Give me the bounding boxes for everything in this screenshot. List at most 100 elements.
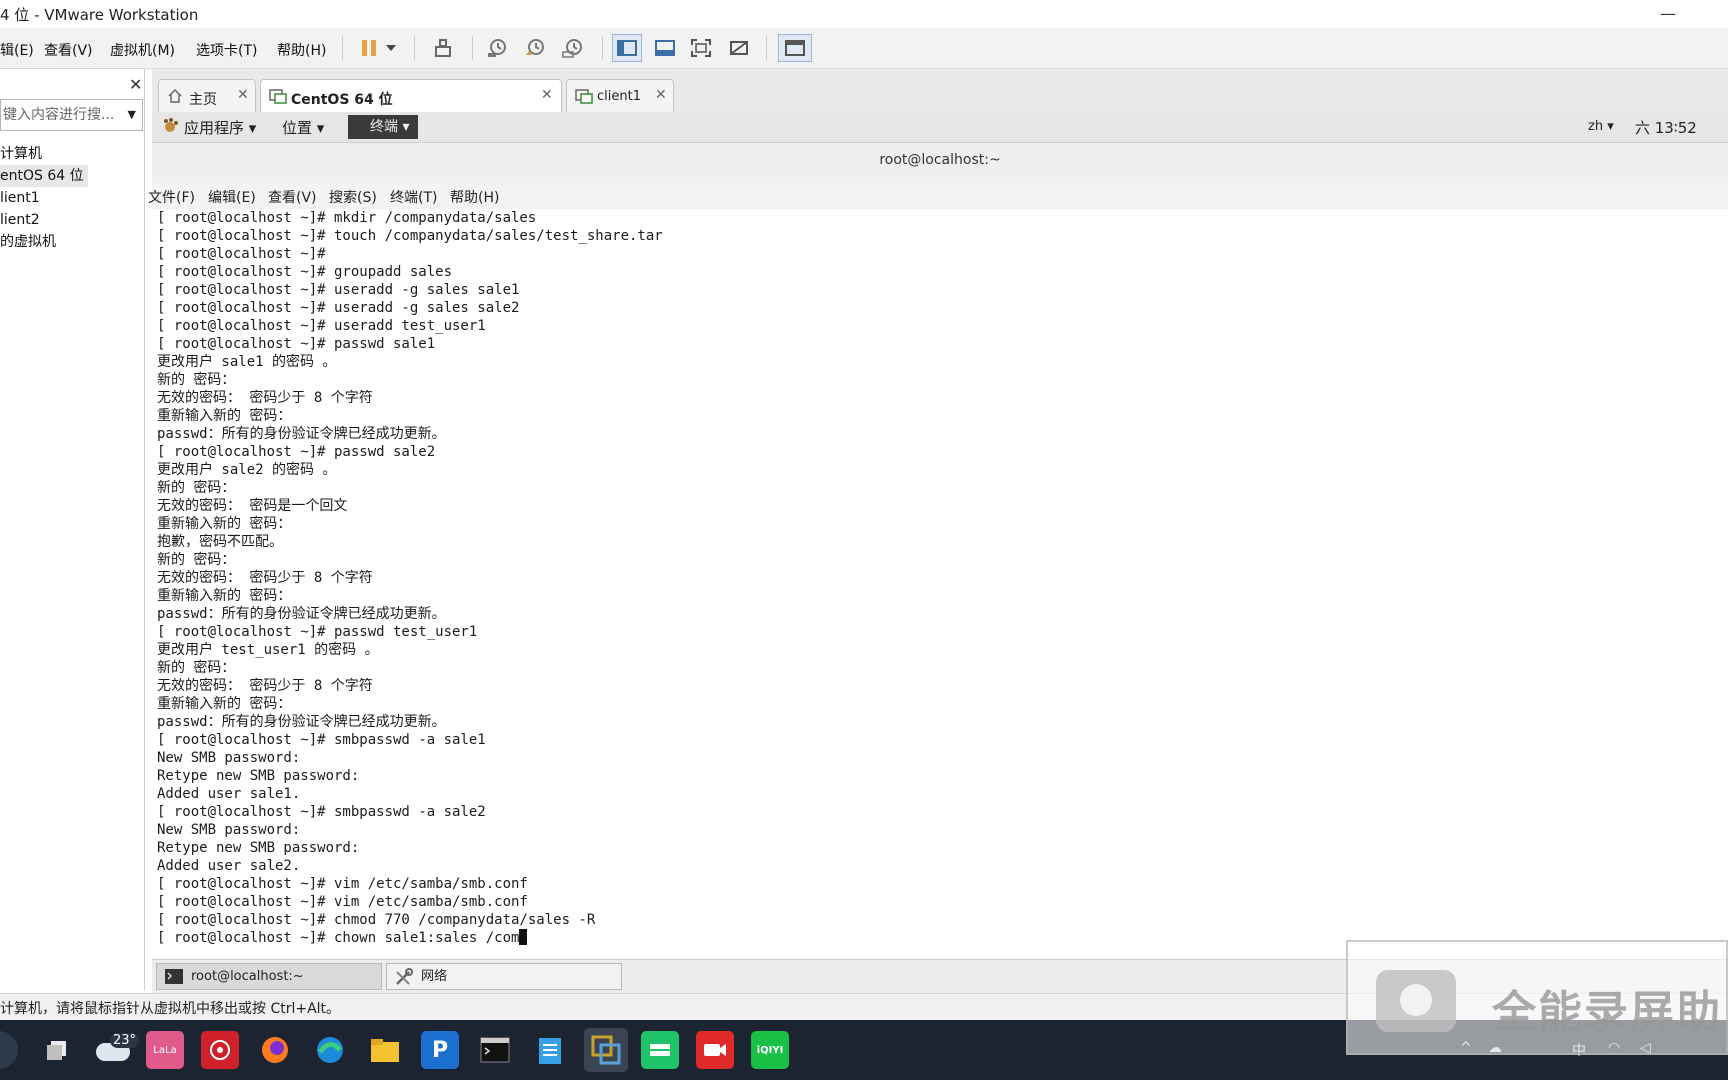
terminal-line: 无效的密码： 密码是一个回文 xyxy=(157,498,348,514)
terminal-line: 抱歉，密码不匹配。 xyxy=(157,534,283,550)
tree-item-centos[interactable]: entOS 64 位 xyxy=(0,165,88,187)
terminal-line: [ root@localhost ~]# vim /etc/samba/smb.… xyxy=(157,876,528,892)
snapshot-icon[interactable] xyxy=(482,34,512,62)
huawei-app-icon[interactable] xyxy=(201,1031,239,1069)
notepad-icon[interactable] xyxy=(531,1031,569,1069)
terminal-line: [ root@localhost ~]# useradd -g sales sa… xyxy=(157,300,520,316)
terminal-menu-file[interactable]: 文件(F) xyxy=(148,187,195,207)
terminal-line: passwd：所有的身份验证令牌已经成功更新。 xyxy=(157,606,446,622)
terminal-output[interactable]: [ root@localhost ~]# mkdir /companydata/… xyxy=(152,209,1728,959)
close-tab-icon[interactable]: ✕ xyxy=(237,87,249,103)
console-view-icon[interactable] xyxy=(778,34,812,62)
applications-menu[interactable]: 应用程序 ▾ xyxy=(184,117,256,138)
clock[interactable]: 六 13∶52 xyxy=(1635,117,1697,138)
menu-help[interactable]: 帮助(H) xyxy=(277,40,326,60)
tab-client1[interactable]: client1 ✕ xyxy=(566,79,674,113)
terminal-line: passwd：所有的身份验证令牌已经成功更新。 xyxy=(157,714,446,730)
terminal-cursor xyxy=(519,929,528,945)
guest-top-panel: 应用程序 ▾ 位置 ▾ 终端 ▾ zh ▾ 六 13∶52 xyxy=(152,112,1728,143)
terminal-menu-bar: 文件(F) 编辑(E) 查看(V) 搜索(S) 终端(T) 帮助(H) xyxy=(148,183,1728,210)
p-app-icon[interactable]: P xyxy=(421,1031,459,1069)
revert-snapshot-icon[interactable] xyxy=(520,34,550,62)
tab-home[interactable]: 主页 ✕ xyxy=(158,79,256,113)
close-tab-icon[interactable]: ✕ xyxy=(541,87,553,103)
lala-app-icon[interactable]: LaLa xyxy=(146,1031,184,1069)
thumbnail-bar-icon[interactable] xyxy=(650,34,680,62)
terminal-menu[interactable]: 终端 ▾ xyxy=(348,115,418,139)
camera-logo-icon xyxy=(1376,970,1456,1032)
language-indicator[interactable]: zh ▾ xyxy=(1588,119,1614,134)
terminal-line: 重新输入新的 密码： xyxy=(157,516,292,532)
terminal-line: [ root@localhost ~]# xyxy=(157,246,326,262)
task-view-icon[interactable] xyxy=(38,1031,76,1069)
minimize-button[interactable]: — xyxy=(1660,4,1676,23)
window-button-label: 网络 xyxy=(421,969,448,984)
toolbar-separator xyxy=(472,36,473,60)
library-view-icon[interactable] xyxy=(612,34,642,62)
terminal-menu-view[interactable]: 查看(V) xyxy=(268,187,317,207)
edge-icon[interactable] xyxy=(311,1031,349,1069)
library-search-input[interactable]: 键入内容进行搜... ▼ xyxy=(0,99,143,131)
status-message: 计算机，请将鼠标指针从虚拟机中移出或按 Ctrl+Alt。 xyxy=(0,1001,341,1017)
terminal-title: root@localhost:~ xyxy=(879,152,1001,168)
tree-item-client2[interactable]: lient2 xyxy=(0,209,143,231)
vm-tree: 计算机 entOS 64 位 lient1 lient2 的虚拟机 xyxy=(0,143,143,253)
library-search-placeholder: 键入内容进行搜... xyxy=(3,107,115,123)
window-button-label: root@localhost:~ xyxy=(191,969,304,984)
network-tools-icon xyxy=(395,964,413,995)
menu-tabs[interactable]: 选项卡(T) xyxy=(196,40,257,60)
terminal-line: [ root@localhost ~]# touch /companydata/… xyxy=(157,228,663,244)
file-explorer-icon[interactable] xyxy=(366,1031,404,1069)
terminal-menu-terminal[interactable]: 终端(T) xyxy=(390,187,437,207)
terminal-line: [ root@localhost ~]# groupadd sales xyxy=(157,264,453,280)
gnome-foot-icon xyxy=(162,118,178,138)
tab-label: CentOS 64 位 xyxy=(291,92,393,108)
unity-icon[interactable] xyxy=(724,34,754,62)
terminal-title-bar: root@localhost:~ xyxy=(152,143,1728,183)
close-tab-icon[interactable]: ✕ xyxy=(655,87,667,103)
green-chat-app-icon[interactable] xyxy=(641,1031,679,1069)
tree-item-my-computer[interactable]: 计算机 xyxy=(0,143,143,165)
firefox-icon[interactable] xyxy=(256,1031,294,1069)
tab-centos[interactable]: CentOS 64 位 ✕ xyxy=(260,79,562,114)
fullscreen-icon[interactable] xyxy=(686,34,716,62)
menu-edit[interactable]: 辑(E) xyxy=(0,40,34,60)
dropdown-icon[interactable] xyxy=(380,34,402,62)
terminal-menu-edit[interactable]: 编辑(E) xyxy=(208,187,256,207)
iqiyi-icon[interactable]: iQIYI xyxy=(751,1031,789,1069)
tree-item-shared-vms[interactable]: 的虚拟机 xyxy=(0,231,143,253)
window-button-network[interactable]: 网络 xyxy=(386,963,622,990)
toolbar-separator xyxy=(766,36,767,60)
vmware-taskbar-icon[interactable] xyxy=(584,1028,628,1072)
terminal-line: [ root@localhost ~]# passwd sale1 xyxy=(157,336,436,352)
terminal-line: [ root@localhost ~]# useradd -g sales sa… xyxy=(157,282,520,298)
snapshot-manager-icon[interactable] xyxy=(558,34,588,62)
terminal-line: 更改用户 sale1 的密码 。 xyxy=(157,354,337,370)
terminal-menu-help[interactable]: 帮助(H) xyxy=(450,187,499,207)
toolbar-separator xyxy=(342,36,343,60)
terminal-line: passwd：所有的身份验证令牌已经成功更新。 xyxy=(157,426,446,442)
terminal-line: [ root@localhost ~]# smbpasswd -a sale2 xyxy=(157,804,486,820)
terminal-line: [ root@localhost ~]# chmod 770 /companyd… xyxy=(157,912,596,928)
send-keys-icon[interactable] xyxy=(428,34,458,62)
cmd-icon[interactable] xyxy=(476,1031,514,1069)
places-menu[interactable]: 位置 ▾ xyxy=(282,117,324,138)
terminal-menu-search[interactable]: 搜索(S) xyxy=(329,187,377,207)
recorder-watermark: 全能录屏助 xyxy=(1346,940,1728,1055)
window-button-terminal[interactable]: root@localhost:~ xyxy=(156,963,382,990)
start-partial-icon[interactable] xyxy=(0,1031,18,1069)
terminal-line: Added user sale2. xyxy=(157,858,301,874)
weather-widget[interactable]: 23° xyxy=(96,1031,140,1069)
tree-item-client1[interactable]: lient1 xyxy=(0,187,143,209)
search-dropdown-icon[interactable]: ▼ xyxy=(128,100,136,130)
vm-icon xyxy=(269,88,287,108)
screen-recorder-icon[interactable] xyxy=(696,1031,734,1069)
terminal-line: New SMB password: xyxy=(157,750,301,766)
menu-view[interactable]: 查看(V) xyxy=(44,40,93,60)
library-sidebar: ✕ 键入内容进行搜... ▼ 计算机 entOS 64 位 lient1 lie… xyxy=(0,69,145,991)
close-library-icon[interactable]: ✕ xyxy=(129,75,142,94)
tab-label: client1 xyxy=(597,89,641,104)
terminal-line: 重新输入新的 密码： xyxy=(157,588,292,604)
terminal-icon xyxy=(165,964,183,994)
menu-vm[interactable]: 虚拟机(M) xyxy=(110,40,175,60)
